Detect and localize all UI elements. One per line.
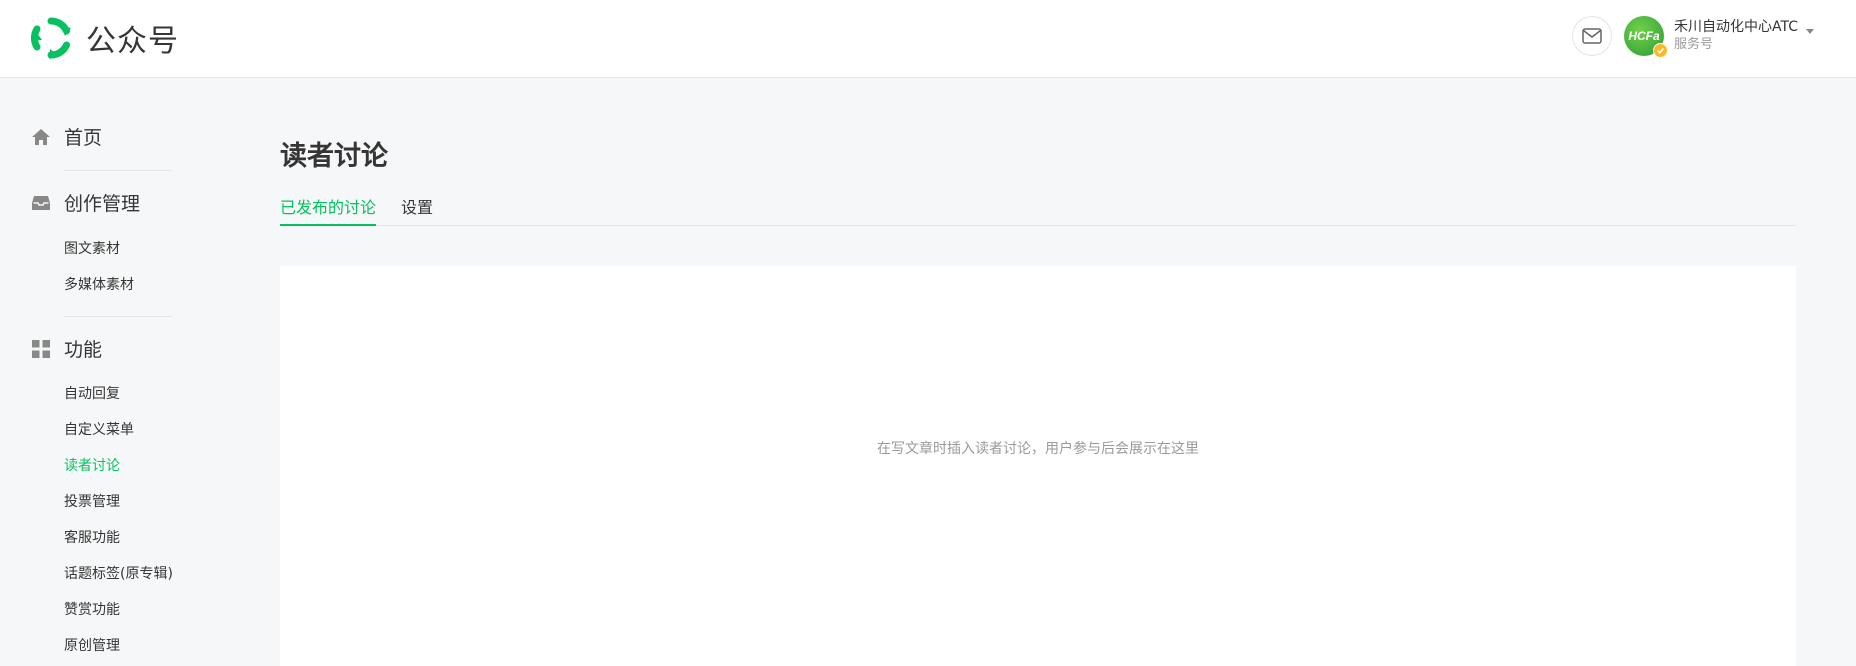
- mail-icon: [1582, 28, 1602, 44]
- empty-state-message: 在写文章时插入读者讨论，用户参与后会展示在这里: [877, 441, 1199, 457]
- sidebar-item-label: 首页: [64, 127, 103, 149]
- grid-icon: [30, 338, 52, 360]
- account-menu[interactable]: HCFa 禾川自动化中心ATC 服务号: [1624, 14, 1814, 58]
- sidebar: 首页 创作管理 图文素材 多媒体素材 功能 自动回复 自定义菜单 读者讨论 投票…: [0, 78, 230, 654]
- wechat-official-logo-icon: [30, 17, 71, 59]
- sidebar-item-custom-menu[interactable]: 自定义菜单: [64, 419, 134, 439]
- home-icon: [30, 126, 52, 148]
- sidebar-item-original-management[interactable]: 原创管理: [64, 635, 120, 655]
- account-name: 禾川自动化中心ATC: [1674, 19, 1798, 35]
- sidebar-item-reader-discussion[interactable]: 读者讨论: [64, 455, 120, 475]
- tab-settings[interactable]: 设置: [401, 194, 433, 226]
- sidebar-group-creation[interactable]: 创作管理: [30, 189, 140, 216]
- sidebar-item-vote-management[interactable]: 投票管理: [64, 491, 120, 511]
- tab-published-discussions[interactable]: 已发布的讨论: [280, 194, 377, 226]
- sidebar-group-label: 功能: [64, 339, 103, 361]
- tab-bar: 已发布的讨论 设置: [280, 188, 1796, 226]
- sidebar-item-multimedia-materials[interactable]: 多媒体素材: [64, 274, 134, 294]
- sidebar-item-auto-reply[interactable]: 自动回复: [64, 383, 120, 403]
- avatar-text: HCFa: [1628, 29, 1660, 43]
- discussion-list-panel: 在写文章时插入读者讨论，用户参与后会展示在这里: [280, 266, 1796, 666]
- page-title: 读者讨论: [280, 141, 388, 172]
- sidebar-item-topic-tags[interactable]: 话题标签(原专辑): [64, 563, 173, 583]
- sidebar-divider: [64, 316, 172, 317]
- sidebar-item-appreciation[interactable]: 赞赏功能: [64, 599, 120, 619]
- sidebar-group-label: 创作管理: [64, 193, 141, 215]
- sidebar-item-home[interactable]: 首页: [30, 123, 102, 150]
- brand-name: 公众号: [86, 24, 179, 59]
- sidebar-divider: [64, 170, 172, 171]
- avatar: HCFa: [1624, 16, 1668, 58]
- message-button[interactable]: [1572, 16, 1612, 56]
- inbox-icon: [30, 192, 52, 214]
- verified-badge-icon: [1653, 43, 1668, 58]
- account-type: 服务号: [1674, 37, 1714, 52]
- sidebar-item-article-materials[interactable]: 图文素材: [64, 238, 120, 258]
- sidebar-item-customer-service[interactable]: 客服功能: [64, 527, 120, 547]
- chevron-down-icon: [1806, 28, 1814, 34]
- sidebar-group-features[interactable]: 功能: [30, 335, 102, 362]
- top-bar: 公众号 HCFa 禾川自动化中心ATC 服务号: [0, 0, 1856, 78]
- brand[interactable]: 公众号: [28, 15, 179, 61]
